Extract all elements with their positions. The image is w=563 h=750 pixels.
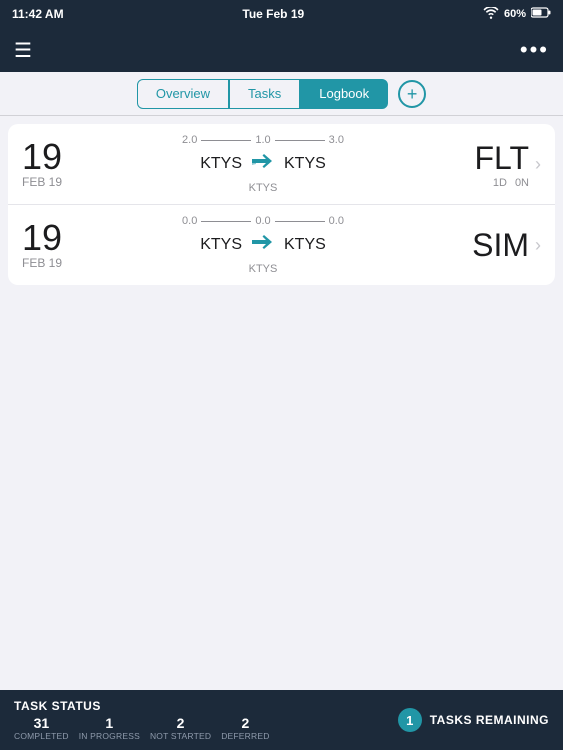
route-line-right-2 <box>275 221 325 222</box>
flight-row-sim[interactable]: 19 FEB 19 0.0 0.0 0.0 KTYS KTYS KTYS <box>8 205 555 285</box>
battery-percent: 60% <box>504 8 526 20</box>
route-line-right-1 <box>275 140 325 141</box>
add-entry-button[interactable]: + <box>398 80 426 108</box>
route-num-left-2: 0.0 <box>182 215 197 227</box>
task-count-deferred-num: 2 <box>241 715 249 731</box>
flight-list: 19 FEB 19 2.0 1.0 3.0 KTYS KTYS <box>8 124 555 285</box>
task-count-inprogress-num: 1 <box>105 715 113 731</box>
type-meta-left-1: 1D <box>493 177 507 189</box>
to-airport-1: KTYS <box>284 155 326 173</box>
flight-day-1: 19 <box>22 139 77 175</box>
route-num-right-2: 0.0 <box>329 215 344 227</box>
plane-icon-2 <box>250 231 276 259</box>
type-block-2: SIM <box>449 227 529 264</box>
status-date: Tue Feb 19 <box>242 7 304 21</box>
menu-button[interactable]: ☰ <box>14 38 32 63</box>
from-airport-1: KTYS <box>200 155 242 173</box>
flight-row-flt[interactable]: 19 FEB 19 2.0 1.0 3.0 KTYS KTYS <box>8 124 555 205</box>
task-count-inprogress-sub: IN PROGRESS <box>79 731 140 741</box>
route-num-mid-1: 1.0 <box>255 134 270 146</box>
task-count-deferred: 2 DEFERRED <box>221 715 269 741</box>
task-status-section: TASK STATUS 31 COMPLETED 1 IN PROGRESS 2… <box>14 699 270 741</box>
task-remaining-section: 1 TASKS REMAINING <box>398 708 549 732</box>
type-meta-1: 1D 0N <box>493 177 529 189</box>
task-count-inprogress: 1 IN PROGRESS <box>79 715 140 741</box>
status-bar: 11:42 AM Tue Feb 19 60% <box>0 0 563 28</box>
route-block-2: 0.0 0.0 0.0 KTYS KTYS KTYS <box>77 215 449 275</box>
tab-overview[interactable]: Overview <box>137 79 229 109</box>
route-airports-2: KTYS KTYS <box>200 231 326 259</box>
route-line-left-2 <box>201 221 251 222</box>
chevron-icon-2: › <box>535 235 541 256</box>
nav-bar: ☰ ••• <box>0 28 563 72</box>
flight-date-block-2: 19 FEB 19 <box>22 220 77 270</box>
task-count-completed-sub: COMPLETED <box>14 731 69 741</box>
task-count-notstarted-sub: NOT STARTED <box>150 731 211 741</box>
task-remaining-badge: 1 <box>398 708 422 732</box>
battery-icon <box>531 7 551 21</box>
task-count-completed-num: 31 <box>34 715 50 731</box>
more-button[interactable]: ••• <box>520 37 549 63</box>
task-status-counts: 31 COMPLETED 1 IN PROGRESS 2 NOT STARTED… <box>14 715 270 741</box>
status-time: 11:42 AM <box>12 7 64 21</box>
type-meta-right-1: 0N <box>515 177 529 189</box>
task-count-deferred-sub: DEFERRED <box>221 731 269 741</box>
route-sub-1: KTYS <box>249 182 278 194</box>
plane-icon-1 <box>250 150 276 178</box>
route-num-right-1: 3.0 <box>329 134 344 146</box>
task-bar: TASK STATUS 31 COMPLETED 1 IN PROGRESS 2… <box>0 690 563 750</box>
tab-bar: Overview Tasks Logbook + <box>0 72 563 116</box>
route-airports-1: KTYS KTYS <box>200 150 326 178</box>
task-count-completed: 31 COMPLETED <box>14 715 69 741</box>
route-line-left-1 <box>201 140 251 141</box>
tab-logbook[interactable]: Logbook <box>300 79 388 109</box>
route-sub-2: KTYS <box>249 263 278 275</box>
task-count-notstarted-num: 2 <box>177 715 185 731</box>
flight-date-block-1: 19 FEB 19 <box>22 139 77 189</box>
flight-month-1: FEB 19 <box>22 175 77 189</box>
from-airport-2: KTYS <box>200 236 242 254</box>
tab-tasks[interactable]: Tasks <box>229 79 300 109</box>
type-block-1: FLT 1D 0N <box>449 140 529 189</box>
route-num-mid-2: 0.0 <box>255 215 270 227</box>
flight-type-1: FLT <box>474 140 529 177</box>
status-icons: 60% <box>483 7 551 22</box>
route-num-left-1: 2.0 <box>182 134 197 146</box>
route-numbers-1: 2.0 1.0 3.0 <box>182 134 344 146</box>
to-airport-2: KTYS <box>284 236 326 254</box>
task-status-label: TASK STATUS <box>14 699 270 713</box>
route-numbers-2: 0.0 0.0 0.0 <box>182 215 344 227</box>
flight-month-2: FEB 19 <box>22 256 77 270</box>
flight-day-2: 19 <box>22 220 77 256</box>
task-count-notstarted: 2 NOT STARTED <box>150 715 211 741</box>
chevron-icon-1: › <box>535 154 541 175</box>
tab-segment: Overview Tasks Logbook <box>137 79 388 109</box>
flight-type-2: SIM <box>472 227 529 264</box>
task-remaining-label: TASKS REMAINING <box>430 713 549 727</box>
wifi-icon <box>483 7 499 22</box>
route-block-1: 2.0 1.0 3.0 KTYS KTYS KTYS <box>77 134 449 194</box>
